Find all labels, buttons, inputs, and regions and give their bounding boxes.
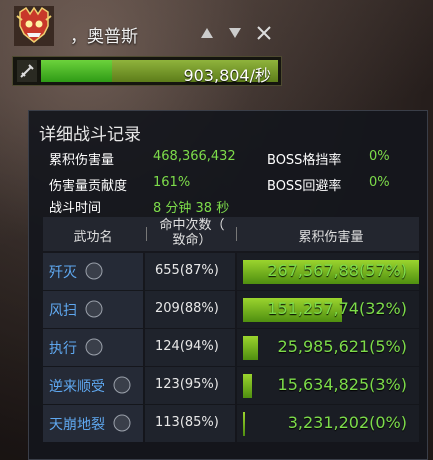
table-row[interactable]: 逆来顺受 123(95%) 15,634,825(3%) — [43, 367, 419, 404]
dps-fill — [41, 60, 112, 82]
col-damage-header[interactable]: 累积伤害量 — [243, 226, 419, 245]
crescent-moon-icon — [85, 300, 103, 318]
table-row[interactable]: 天崩地裂 113(85%) 3,231,202(0%) — [43, 405, 419, 442]
col-skill-header[interactable]: 武功名 — [53, 226, 133, 245]
boss-frame: ，奥普斯 903,804/秒 — [10, 4, 282, 92]
skill-name: 天崩地裂 — [49, 417, 105, 433]
damage-value: 25,985,621(5%) — [277, 337, 407, 356]
triangle-down-icon — [229, 28, 241, 38]
move-down-button[interactable] — [226, 24, 244, 42]
hits-value: 123(95%) — [155, 377, 219, 392]
table-row[interactable]: 歼灭 655(87%) 267,567,88(57%) — [43, 253, 419, 290]
dps-meter: 903,804/秒 — [12, 56, 282, 86]
hits-value: 209(88%) — [155, 301, 219, 316]
total-damage-label: 累积伤害量 — [49, 153, 115, 168]
damage-bar — [243, 374, 252, 398]
damage-value: 3,231,202(0%) — [287, 413, 407, 432]
boss-skull-icon — [14, 6, 54, 46]
boss-name: ，奥普斯 — [70, 27, 138, 47]
total-damage-value: 468,366,432 — [153, 149, 236, 164]
triangle-up-icon — [201, 28, 213, 38]
col-hits-header-line2: 致命） — [172, 233, 212, 248]
close-icon — [257, 26, 271, 40]
col-hits-header[interactable]: 命中次数（ 致命） — [147, 218, 237, 248]
damage-bar — [243, 412, 245, 436]
damage-value: 267,567,88(57%) — [267, 261, 407, 280]
table-row[interactable]: 风扫 209(88%) 151,257,74(32%) — [43, 291, 419, 328]
table-header: 武功名 命中次数（ 致命） 累积伤害量 — [43, 217, 419, 251]
table-row[interactable]: 执行 124(94%) 25,985,621(5%) — [43, 329, 419, 366]
crescent-moon-icon — [113, 376, 131, 394]
contribution-value: 161% — [153, 175, 191, 190]
damage-value: 151,257,74(32%) — [267, 299, 407, 318]
boss-evade-value: 0% — [369, 175, 390, 190]
combat-record-panel: 详细战斗记录 累积伤害量 468,366,432 伤害量贡献度 161% 战斗时… — [28, 110, 428, 460]
sword-icon — [17, 60, 37, 82]
col-hits-header-line1: 命中次数（ — [159, 218, 225, 233]
crescent-moon-icon — [85, 262, 103, 280]
move-up-button[interactable] — [198, 24, 216, 42]
skill-name: 逆来顺受 — [49, 379, 105, 395]
boss-block-label: BOSS格挡率 — [267, 153, 342, 168]
boss-evade-label: BOSS回避率 — [267, 179, 342, 194]
skill-name: 风扫 — [49, 303, 77, 319]
skill-name: 歼灭 — [49, 265, 77, 281]
contribution-label: 伤害量贡献度 — [49, 179, 128, 194]
hits-value: 113(85%) — [155, 415, 219, 430]
close-button[interactable] — [255, 24, 273, 42]
panel-title: 详细战斗记录 — [39, 125, 141, 145]
skill-name: 执行 — [49, 341, 77, 357]
damage-bar — [243, 336, 258, 360]
crescent-moon-icon — [113, 414, 131, 432]
hits-value: 124(94%) — [155, 339, 219, 354]
boss-block-value: 0% — [369, 149, 390, 164]
duration-value: 8 分钟 38 秒 — [153, 201, 230, 216]
dps-value: 903,804/秒 — [183, 66, 271, 85]
crescent-moon-icon — [85, 338, 103, 356]
column-divider — [236, 227, 237, 241]
damage-value: 15,634,825(3%) — [277, 375, 407, 394]
duration-label: 战斗时间 — [49, 201, 102, 216]
hits-value: 655(87%) — [155, 263, 219, 278]
